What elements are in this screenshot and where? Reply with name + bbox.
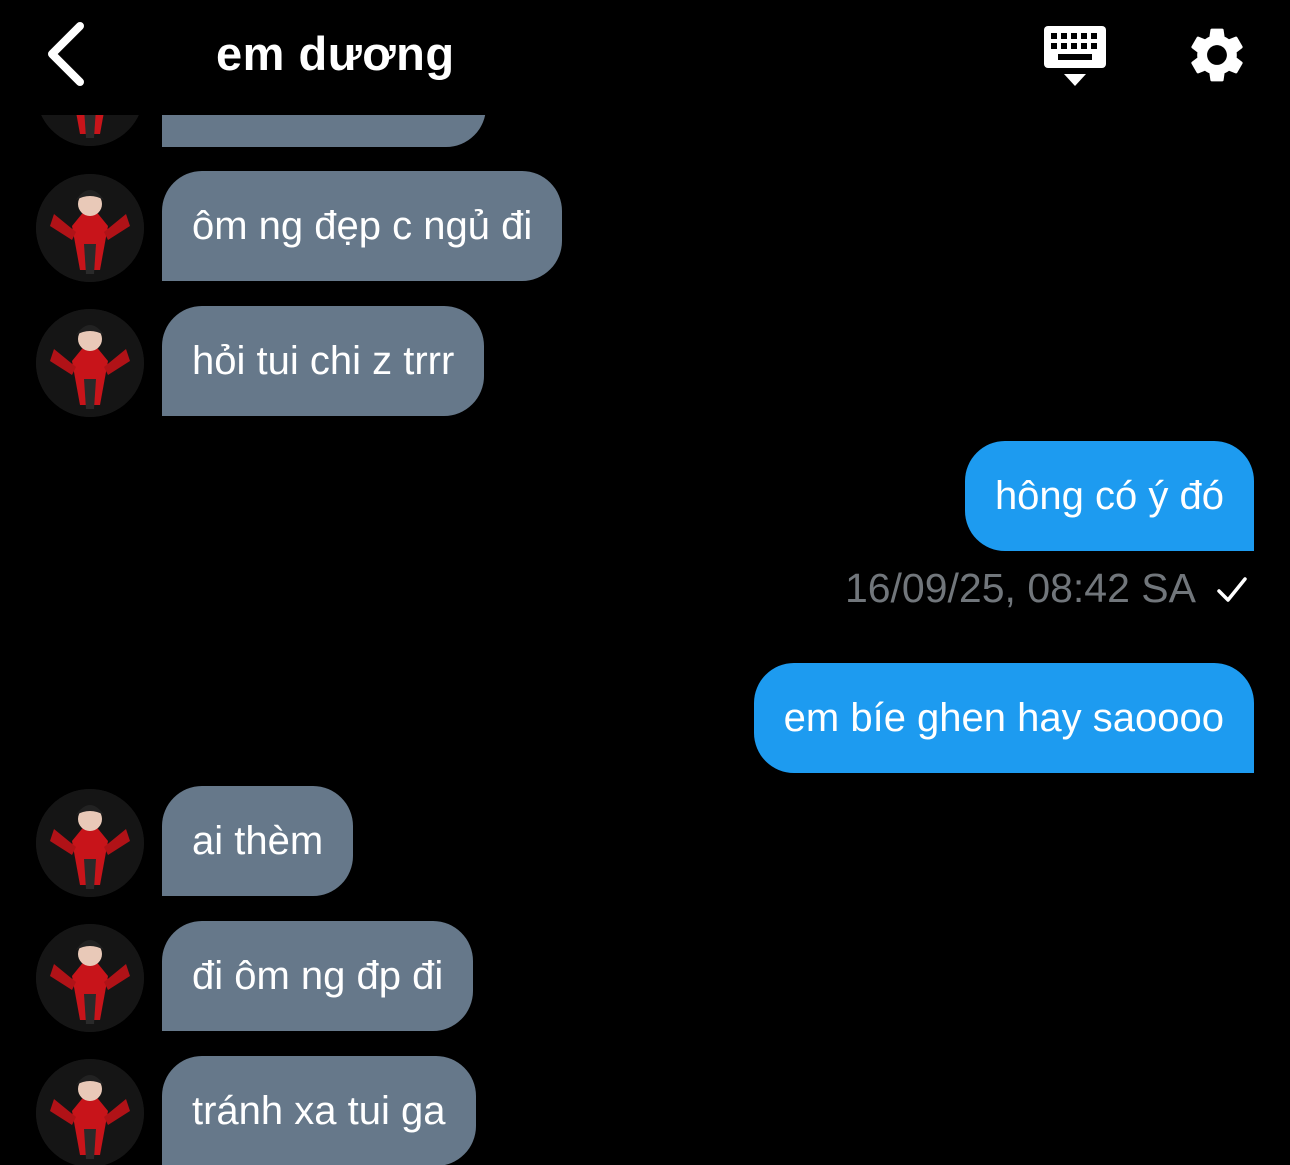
message-bubble-incoming[interactable]: hỏi tui chi z trrr — [162, 306, 485, 416]
message-bubble-incoming[interactable]: ai thèm — [162, 786, 354, 896]
message-bubble-incoming[interactable]: tránh xa tui ga — [162, 1056, 476, 1165]
message-timestamp: 16/09/25, 08:42 SA — [844, 565, 1196, 611]
checkmark-icon — [1217, 577, 1247, 602]
back-button[interactable] — [36, 18, 100, 90]
dm-conversation-screen: em dương ôm ng đẹp c ngủ đi hỏi tui chi … — [0, 0, 1290, 1165]
contact-avatar[interactable] — [36, 1059, 144, 1165]
conversation-header: em dương — [0, 0, 1290, 115]
gear-icon — [1191, 28, 1243, 82]
message-bubble-outgoing[interactable]: hông có ý đó — [964, 441, 1254, 551]
keyboard-icon — [1044, 26, 1106, 86]
keyboard-shortcuts-button[interactable] — [1040, 22, 1110, 92]
message-bubble-incoming[interactable]: ôm ng đẹp c ngủ đi — [162, 171, 563, 281]
conversation-title[interactable]: em dương — [216, 26, 455, 81]
chevron-left-icon — [48, 22, 84, 86]
message-bubble-outgoing[interactable]: em bíe ghen hay saoooo — [753, 663, 1254, 773]
contact-avatar[interactable] — [36, 789, 144, 897]
contact-avatar[interactable] — [36, 174, 144, 282]
contact-avatar[interactable] — [36, 924, 144, 1032]
settings-button[interactable] — [1184, 22, 1250, 88]
message-bubble-incoming[interactable]: đi ôm ng đp đi — [162, 921, 474, 1031]
contact-avatar[interactable] — [36, 309, 144, 417]
